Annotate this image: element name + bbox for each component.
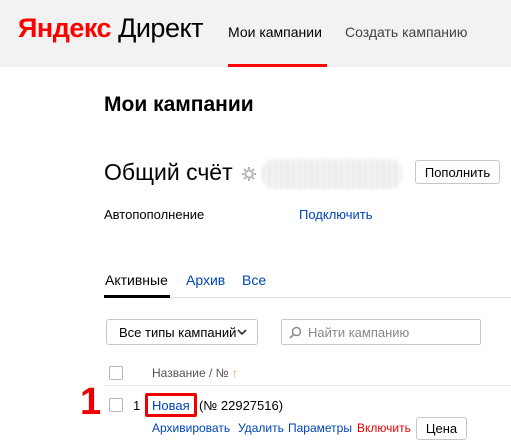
enable-link[interactable]: Включить: [357, 421, 411, 435]
delete-link[interactable]: Удалить: [238, 421, 284, 435]
topup-button[interactable]: Пополнить: [415, 160, 500, 184]
campaign-search-input[interactable]: [308, 324, 468, 340]
column-header-label: Название / №: [152, 366, 229, 380]
tab-active[interactable]: Активные: [105, 272, 168, 288]
nav-my-campaigns[interactable]: Мои кампании: [228, 24, 322, 40]
tab-active-indicator: [104, 295, 170, 298]
page-title: Мои кампании: [104, 93, 254, 116]
search-icon: [289, 326, 302, 339]
logo-brand: Яндекс: [18, 13, 112, 43]
row-checkbox[interactable]: [109, 398, 123, 412]
autopay-label: Автопополнение: [104, 207, 205, 222]
campaign-search[interactable]: [281, 319, 481, 345]
parameters-link[interactable]: Параметры: [288, 421, 352, 435]
yandex-direct-logo[interactable]: Яндекс Директ: [18, 13, 203, 44]
top-header: Яндекс Директ Мои кампании Создать кампа…: [0, 0, 511, 67]
autopay-connect-link[interactable]: Подключить: [299, 207, 373, 222]
select-all-checkbox[interactable]: [109, 366, 123, 380]
annotation-number: 1: [80, 381, 102, 423]
tab-all[interactable]: Все: [242, 272, 266, 288]
table-header-divider: [104, 385, 511, 386]
campaign-type-select[interactable]: Все типы кампаний: [106, 319, 258, 345]
account-title: Общий счёт: [104, 159, 233, 185]
chevron-down-icon: [237, 329, 247, 336]
campaign-name-link[interactable]: Новая: [152, 398, 190, 413]
price-button[interactable]: Цена: [416, 417, 467, 440]
nav-create-campaign[interactable]: Создать кампанию: [345, 24, 467, 40]
campaign-number: (№ 22927516): [199, 398, 284, 413]
row-index: 1: [133, 398, 141, 413]
archive-link[interactable]: Архивировать: [152, 421, 230, 435]
nav-active-indicator: [228, 64, 327, 67]
column-header-name[interactable]: Название / № ↑: [152, 366, 238, 380]
campaign-type-value: Все типы кампаний: [119, 324, 237, 340]
account-balance-blurred: [262, 159, 402, 189]
sort-arrow-icon: ↑: [231, 366, 238, 380]
logo-product: Директ: [118, 13, 203, 43]
tab-archive[interactable]: Архив: [186, 272, 225, 288]
gear-icon[interactable]: [241, 166, 257, 182]
